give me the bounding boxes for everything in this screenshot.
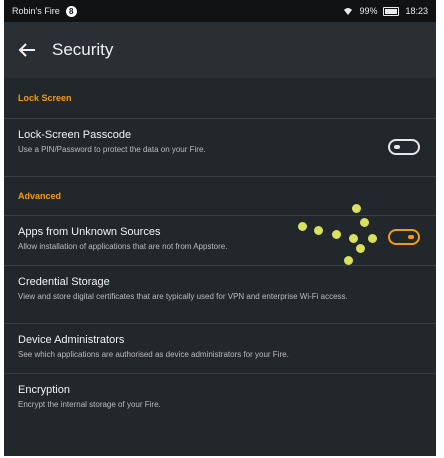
annotation-dot xyxy=(356,244,365,253)
battery-percent: 99% xyxy=(359,6,378,16)
battery-icon xyxy=(383,6,400,16)
setting-device-administrators[interactable]: Device Administrators See which applicat… xyxy=(4,323,436,373)
annotation-dot xyxy=(360,218,369,227)
setting-description: See which applications are authorised as… xyxy=(18,350,289,359)
unknown-sources-toggle[interactable] xyxy=(388,229,420,245)
lock-screen-passcode-toggle[interactable] xyxy=(388,139,420,155)
setting-description: View and store digital certificates that… xyxy=(18,292,348,301)
setting-title: Apps from Unknown Sources xyxy=(18,226,161,238)
toggle-knob xyxy=(408,235,414,239)
setting-title: Device Administrators xyxy=(18,334,125,346)
annotation-dot xyxy=(352,204,361,213)
toggle-knob xyxy=(394,145,400,149)
page-title: Security xyxy=(52,40,114,59)
app-bar: Security xyxy=(4,22,436,78)
wifi-icon xyxy=(344,8,353,15)
setting-lock-screen-passcode[interactable]: Lock-Screen Passcode Use a PIN/Password … xyxy=(4,118,436,176)
status-bar: Robin's Fire 8 99% 18:23 xyxy=(4,0,436,22)
device-name: Robin's Fire xyxy=(12,6,60,16)
annotation-dot xyxy=(332,230,341,239)
back-arrow-icon[interactable] xyxy=(16,39,38,61)
setting-description: Encrypt the internal storage of your Fir… xyxy=(18,400,161,409)
setting-title: Lock-Screen Passcode xyxy=(18,129,132,141)
annotation-dot xyxy=(298,222,307,231)
setting-title: Encryption xyxy=(18,384,70,396)
clock: 18:23 xyxy=(405,6,428,16)
annotation-dot xyxy=(314,226,323,235)
status-icons: 99% 18:23 xyxy=(343,6,428,16)
setting-encryption[interactable]: Encryption Encrypt the internal storage … xyxy=(4,373,436,423)
setting-description: Use a PIN/Password to protect the data o… xyxy=(18,145,206,154)
annotation-dot xyxy=(349,234,358,243)
section-header-advanced: Advanced xyxy=(4,176,436,215)
setting-credential-storage[interactable]: Credential Storage View and store digita… xyxy=(4,265,436,323)
settings-screen: Robin's Fire 8 99% 18:23 Security Lock S… xyxy=(4,0,436,456)
section-header-lock-screen: Lock Screen xyxy=(18,93,72,103)
notification-badge: 8 xyxy=(65,5,77,17)
annotation-dot xyxy=(344,256,353,265)
annotation-dot xyxy=(368,234,377,243)
setting-title: Credential Storage xyxy=(18,276,110,288)
